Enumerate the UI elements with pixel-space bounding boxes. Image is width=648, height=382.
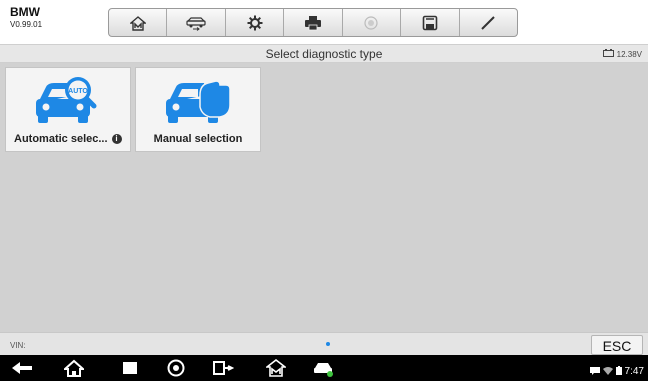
manual-selection-tile[interactable]: Manual selection [135,67,261,152]
vin-label: VIN: [10,341,26,350]
print-button[interactable] [284,9,343,36]
footer-bar: VIN: ESC [0,332,648,355]
help-icon [364,15,378,30]
battery-status: 12.38V [602,49,642,59]
help-button[interactable] [343,9,402,36]
home-nav-icon[interactable] [62,359,86,382]
page-title: Select diagnostic type [265,47,383,61]
message-icon [589,362,600,380]
browser-icon[interactable] [166,359,186,382]
brand-version: V0.99.01 [10,20,43,29]
save-button[interactable] [401,9,460,36]
brand: BMW V0.99.01 [10,6,42,30]
printer-icon [304,15,322,31]
recent-apps-icon[interactable] [120,359,140,382]
automatic-selection-label: Automatic selec... [14,133,108,145]
status-area: 7:47 [589,362,644,380]
vehicle-swap-icon [185,15,207,31]
vehicle-swap-button[interactable] [167,9,226,36]
esc-button[interactable]: ESC [591,335,643,355]
page-indicator [326,342,330,346]
vehicle-connect-icon[interactable] [312,359,334,382]
svg-text:AUTO: AUTO [68,88,88,95]
content-area: AUTO Automatic selec... i Manual selecti… [0,63,648,332]
home-icon [129,15,146,31]
automatic-selection-label-row: Automatic selec... i [14,133,122,145]
pen-icon [480,15,496,31]
gear-icon [247,15,263,31]
vci-icon[interactable] [212,359,235,382]
pen-button[interactable] [460,9,517,36]
back-icon[interactable] [10,359,34,382]
info-icon[interactable]: i [111,134,122,144]
manual-selection-label: Manual selection [153,133,243,145]
brand-name: BMW [10,5,40,19]
top-bar: BMW V0.99.01 [0,0,648,44]
battery-status-icon [615,362,622,380]
system-nav-bar: 7:47 [0,355,648,381]
title-bar: Select diagnostic type 12.38V [0,44,648,63]
wifi-icon [602,362,613,380]
settings-button[interactable] [226,9,285,36]
clock: 7:47 [624,365,644,377]
toolbar [108,8,518,37]
automatic-selection-tile[interactable]: AUTO Automatic selec... i [5,67,131,152]
home-button[interactable] [109,9,168,36]
maxisys-home-icon[interactable] [264,358,288,382]
battery-icon [602,49,614,59]
battery-voltage: 12.38V [616,49,642,59]
save-icon [422,15,438,31]
